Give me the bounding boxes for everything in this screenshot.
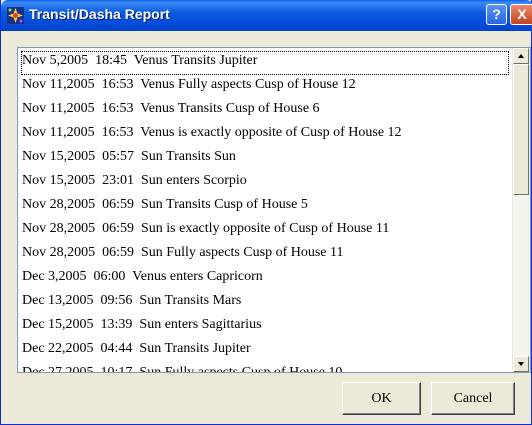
ok-button[interactable]: OK xyxy=(342,382,421,415)
list-item[interactable]: Dec 27,2005 10:17 Sun Fully aspects Cusp… xyxy=(21,363,511,372)
help-button[interactable]: ? xyxy=(486,4,507,25)
scroll-thumb[interactable] xyxy=(513,64,529,195)
list-item[interactable]: Dec 22,2005 04:44 Sun Transits Jupiter xyxy=(21,339,511,363)
vertical-scrollbar[interactable] xyxy=(512,48,530,372)
list-item[interactable]: Dec 13,2005 09:56 Sun Transits Mars xyxy=(21,291,511,315)
arrow-down-icon xyxy=(518,362,524,366)
list-item[interactable]: Nov 15,2005 23:01 Sun enters Scorpio xyxy=(21,171,511,195)
list-item[interactable]: Nov 15,2005 05:57 Sun Transits Sun xyxy=(21,147,511,171)
close-button[interactable]: X xyxy=(510,4,532,25)
list-item[interactable]: Nov 28,2005 06:59 Sun Transits Cusp of H… xyxy=(21,195,511,219)
list-item[interactable]: Nov 28,2005 06:59 Sun is exactly opposit… xyxy=(21,219,511,243)
arrow-up-icon xyxy=(518,54,524,58)
app-icon xyxy=(7,7,24,24)
list-item[interactable]: Nov 11,2005 16:53 Venus Transits Cusp of… xyxy=(21,99,511,123)
title-bar[interactable]: Transit/Dasha Report ? X xyxy=(1,0,532,31)
cancel-button[interactable]: Cancel xyxy=(431,382,515,415)
transit-report-list[interactable]: Nov 5,2005 18:45 Venus Transits Jupiter N… xyxy=(17,47,531,373)
list-item[interactable]: Dec 15,2005 13:39 Sun enters Sagittarius xyxy=(21,315,511,339)
list-item[interactable]: Nov 5,2005 18:45 Venus Transits Jupiter xyxy=(21,51,509,75)
scroll-down-button[interactable] xyxy=(513,356,529,372)
list-item[interactable]: Nov 11,2005 16:53 Venus Fully aspects Cu… xyxy=(21,75,511,99)
list-item[interactable]: Nov 28,2005 06:59 Sun Fully aspects Cusp… xyxy=(21,243,511,267)
transit-dasha-dialog: Transit/Dasha Report ? X Nov 5,2005 18:4… xyxy=(0,0,532,425)
list-rows: Nov 5,2005 18:45 Venus Transits Jupiter N… xyxy=(21,51,511,372)
list-item[interactable]: Dec 3,2005 06:00 Venus enters Capricorn xyxy=(21,267,511,291)
scroll-up-button[interactable] xyxy=(513,48,529,64)
list-item[interactable]: Nov 11,2005 16:53 Venus is exactly oppos… xyxy=(21,123,511,147)
window-title: Transit/Dasha Report xyxy=(29,6,170,22)
